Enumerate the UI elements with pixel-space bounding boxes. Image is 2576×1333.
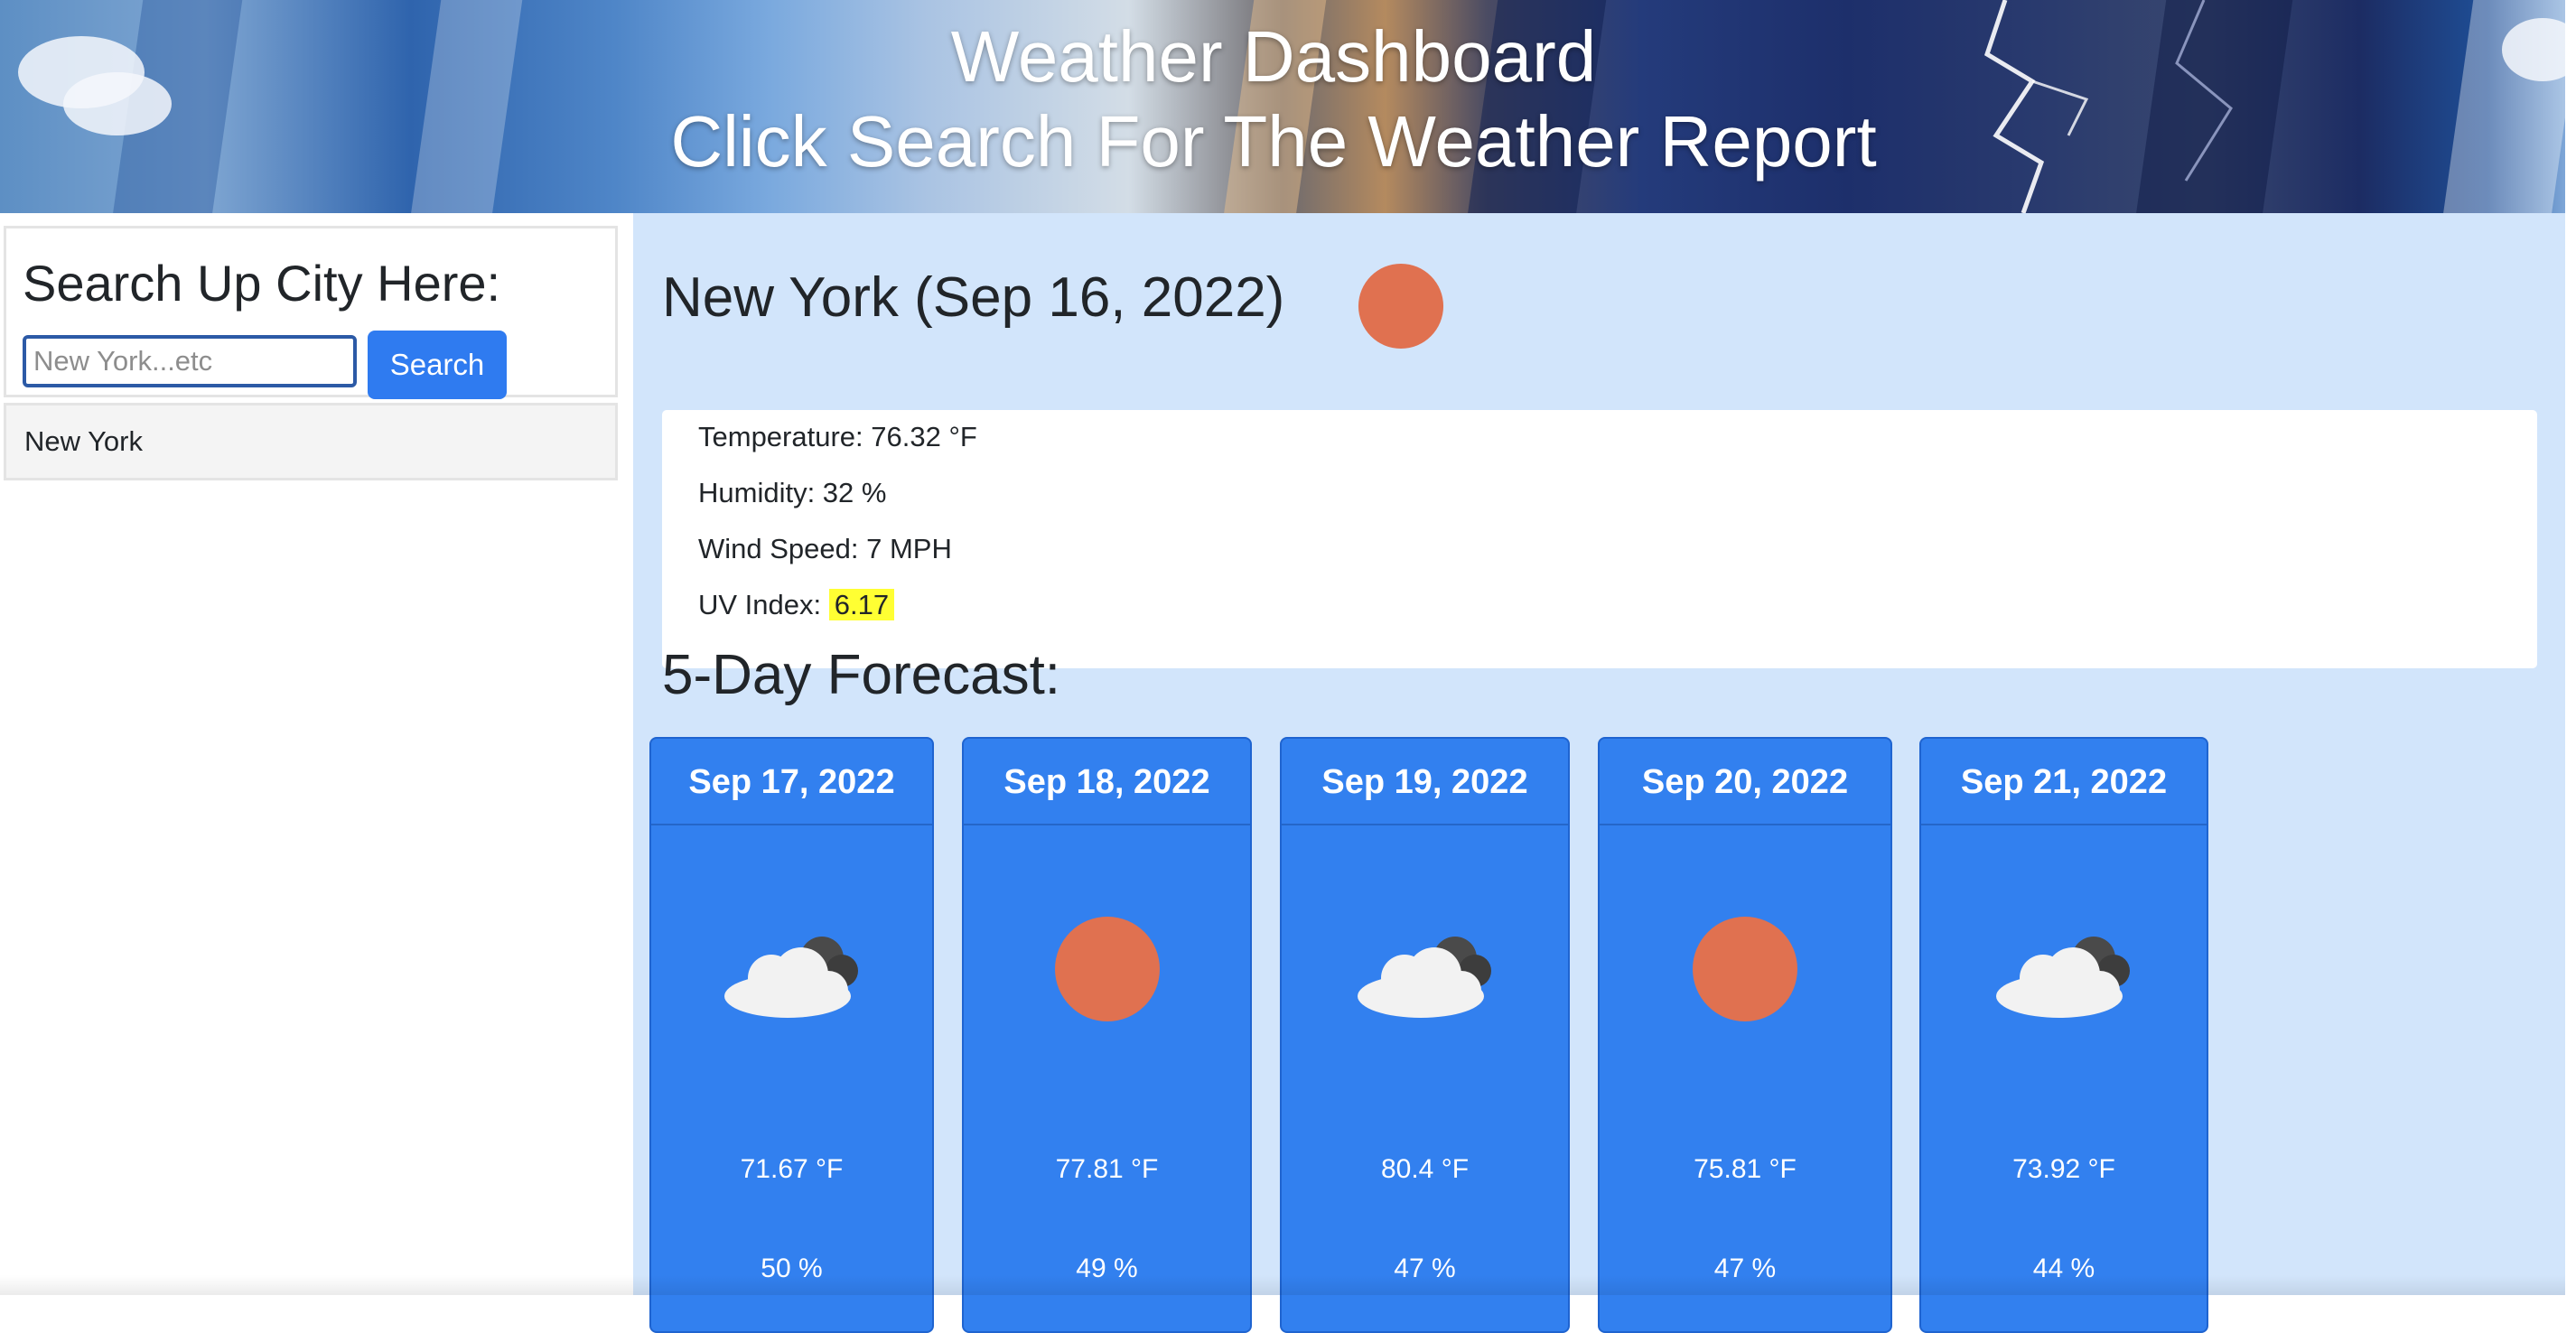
forecast-date: Sep 17, 2022 xyxy=(651,739,932,825)
cloud-icon xyxy=(1996,937,2130,1018)
page-subtitle: Click Search For The Weather Report xyxy=(670,101,1877,182)
forecast-humidity: 44 % xyxy=(2032,1254,2095,1283)
window-edge xyxy=(2565,0,2576,1295)
sidebar: Search Up City Here: Search New York xyxy=(0,213,633,1295)
forecast-date: Sep 21, 2022 xyxy=(1921,739,2207,825)
forecast-temp: 80.4 °F xyxy=(1380,1154,1470,1184)
forecast-card: Sep 20, 2022 75.81 °F 47 % xyxy=(1598,737,1892,1333)
history-item-new-york[interactable]: New York xyxy=(4,403,618,480)
cloud-icon xyxy=(1357,937,1491,1018)
forecast-title: 5-Day Forecast: xyxy=(662,644,1061,706)
temperature-text: Temperature: 76.32 °F xyxy=(698,421,977,452)
forecast-temp: 71.67 °F xyxy=(740,1154,844,1184)
sun-icon xyxy=(1693,917,1797,1021)
forecast-humidity: 49 % xyxy=(1076,1254,1138,1283)
forecast-temp: 73.92 °F xyxy=(2012,1154,2115,1184)
forecast-card: Sep 19, 2022 80.4 °F 47 % xyxy=(1280,737,1570,1333)
forecast-card: Sep 18, 2022 77.81 °F 49 % xyxy=(962,737,1252,1333)
sun-icon xyxy=(1358,263,1444,350)
wind-speed-text: Wind Speed: 7 MPH xyxy=(698,533,952,564)
header-banner: Weather Dashboard Click Search For The W… xyxy=(0,0,2565,213)
search-button[interactable]: Search xyxy=(368,331,507,399)
search-heading: Search Up City Here: xyxy=(23,255,501,312)
forecast-temp: 75.81 °F xyxy=(1694,1154,1797,1184)
forecast-date: Sep 18, 2022 xyxy=(964,739,1250,825)
current-city-title: New York (Sep 16, 2022) xyxy=(662,266,1285,329)
forecast-card: Sep 21, 2022 73.92 °F 44 % xyxy=(1919,737,2208,1333)
forecast-date: Sep 20, 2022 xyxy=(1600,739,1890,825)
current-weather-details: Temperature: 76.32 °F Humidity: 32 % Win… xyxy=(662,410,2537,668)
uv-index-row: UV Index: 6.17 xyxy=(698,587,895,623)
humidity-text: Humidity: 32 % xyxy=(698,477,887,508)
main-panel: New York (Sep 16, 2022) Temperature: 76.… xyxy=(633,213,2565,1333)
forecast-humidity: 50 % xyxy=(761,1254,823,1283)
forecast-humidity: 47 % xyxy=(1394,1254,1456,1283)
forecast-humidity: 47 % xyxy=(1713,1254,1777,1283)
search-card: Search Up City Here: Search xyxy=(4,226,618,399)
sun-icon xyxy=(1054,917,1160,1021)
forecast-temp: 77.81 °F xyxy=(1055,1154,1159,1184)
city-search-input[interactable] xyxy=(23,335,357,387)
forecast-card: Sep 17, 2022 71.67 °F 50 % xyxy=(649,737,934,1333)
forecast-date: Sep 19, 2022 xyxy=(1282,739,1568,825)
page-title: Weather Dashboard xyxy=(950,16,1597,97)
uv-index-label: UV Index: xyxy=(698,589,822,620)
uv-index-badge: 6.17 xyxy=(828,589,895,620)
cloud-icon xyxy=(723,937,858,1018)
